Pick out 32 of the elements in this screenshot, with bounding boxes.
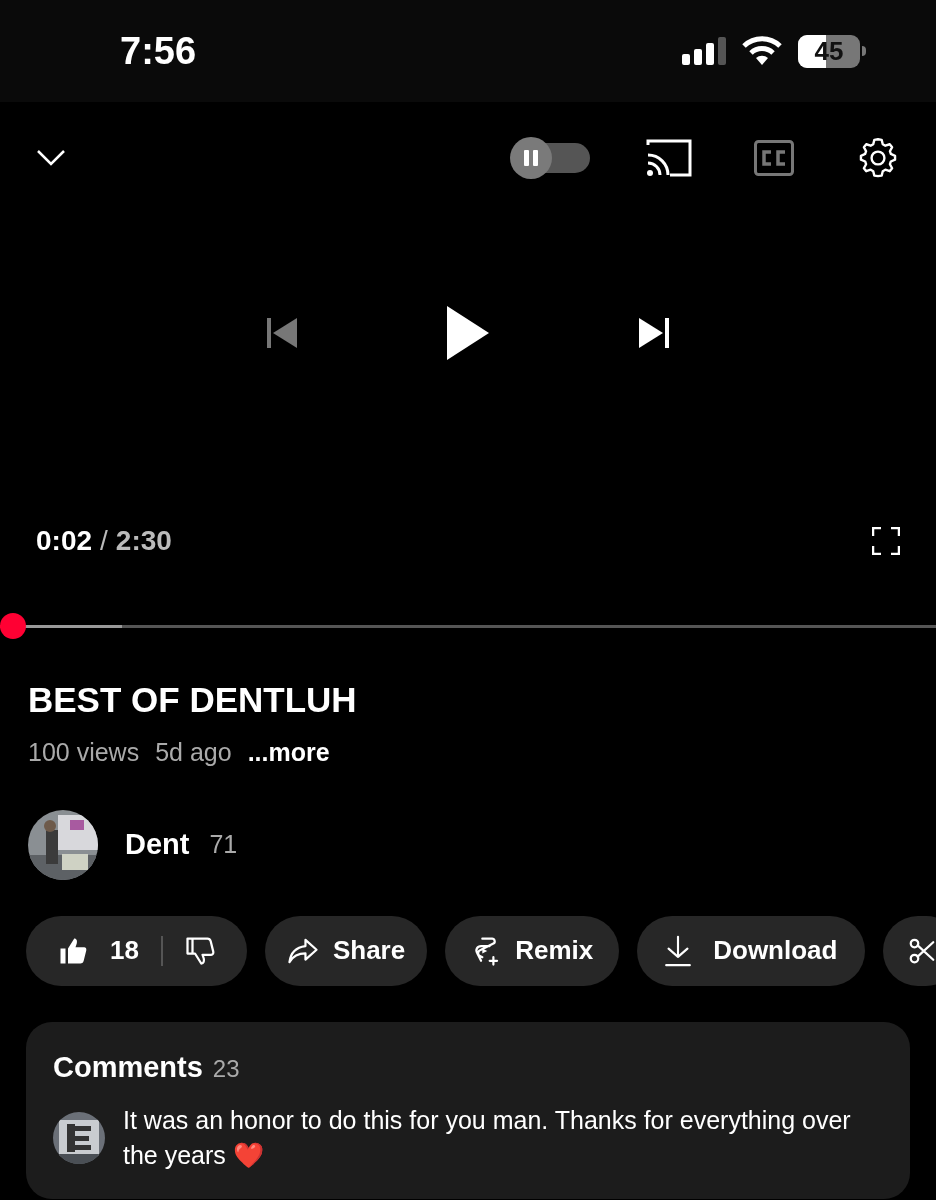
comment-count: 23	[212, 1053, 240, 1084]
comments-title: Comments	[53, 1049, 203, 1085]
remix-button[interactable]: Remix	[445, 915, 620, 986]
comment-text: It was an honor to do this for you man. Thanks for everything over the years ❤	[123, 1106, 851, 1169]
collapse-chevron-icon[interactable]	[36, 149, 66, 167]
download-button[interactable]: Download	[637, 915, 866, 986]
progress-bar[interactable]	[0, 613, 936, 639]
thumbs-down-icon[interactable]	[184, 935, 215, 966]
download-icon	[665, 934, 692, 967]
play-icon[interactable]	[447, 306, 489, 360]
channel-name[interactable]: Dent	[125, 822, 190, 867]
share-button[interactable]: Share	[264, 915, 428, 986]
like-count[interactable]: 18	[110, 931, 139, 970]
upload-age: 5d ago	[155, 737, 232, 768]
view-count: 100 views	[28, 737, 140, 768]
share-arrow-icon	[286, 936, 319, 965]
video-title: BEST OF DENTLUH	[28, 679, 358, 721]
time-separator: /	[100, 524, 108, 558]
cast-icon[interactable]	[646, 139, 692, 177]
signal-icon	[682, 37, 726, 65]
comments-card[interactable]: Comments 23 It was an honor to do this for you man. Thanks for everything over the years ❤	[26, 1021, 910, 1199]
pause-icon	[523, 149, 539, 167]
fullscreen-icon[interactable]	[872, 527, 900, 555]
duration: 2:30	[115, 524, 172, 558]
wifi-icon	[742, 36, 782, 66]
status-time: 7:56	[120, 28, 197, 74]
more-link[interactable]: ...more	[247, 734, 330, 772]
next-icon[interactable]	[639, 318, 669, 348]
subscriber-count: 71	[209, 828, 238, 860]
previous-icon[interactable]	[267, 318, 297, 348]
autoplay-toggle[interactable]	[510, 137, 590, 179]
current-time: 0:02	[36, 524, 93, 558]
